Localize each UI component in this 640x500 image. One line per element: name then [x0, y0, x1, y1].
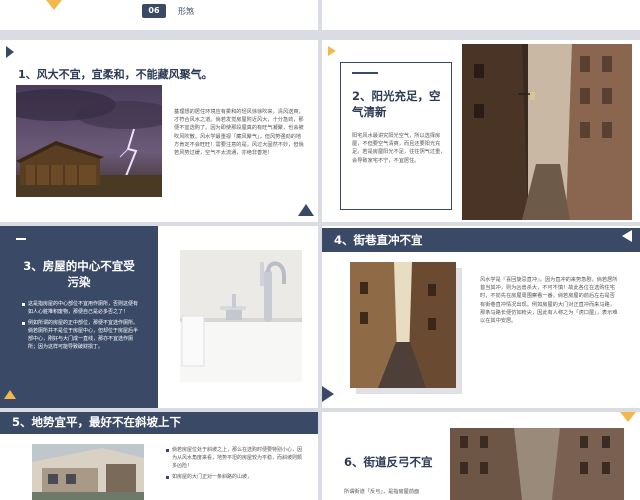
gold-triangle-decoration — [620, 412, 636, 422]
slide-thumb-top-left[interactable]: 06 形煞 — [0, 0, 318, 30]
title-frame-accent — [352, 72, 378, 74]
slide-1-body: 基理想的居住环境应有柔和的轻风徐徐吹来，清风送爽，才符合风水之道。倘若发觉房屋附… — [174, 109, 304, 157]
slide-2-title: 2、阳光充足，空气清新 — [352, 89, 441, 119]
faucet-photo — [180, 250, 302, 382]
navy-triangle-decoration — [622, 230, 632, 242]
panel-accent-line — [16, 238, 26, 240]
gold-triangle-decoration — [4, 390, 16, 399]
slide-thumb-1[interactable]: 1、风大不宜，宜柔和，不能藏风聚气。 基理想的居住环境应有柔和的轻风徐徐吹来，清… — [0, 40, 318, 222]
slide-2-body: 阳宅风水最讲究阳光空气，所以选择房屋，不但要空气清爽，而且还要阳光充足。若是房屋… — [352, 133, 446, 164]
slide-number-badge: 06 — [142, 4, 166, 18]
slide-6-body: 所谓街道「反弓」，是指房屋前面 — [344, 489, 420, 495]
slide-3-bullets: 这是指房屋的中心部位不宜用作厕所，否则这便有如人心脏堆积废物，那便自己是必多否之… — [22, 300, 140, 354]
slide-1-title: 1、风大不宜，宜柔和，不能藏风聚气。 — [18, 68, 213, 81]
slide-3-title: 3、房屋的中心不宜受污染 — [23, 259, 135, 289]
slide-thumb-5[interactable]: 5、地势宜平，最好不在斜坡上下 倘若房屋位处于斜坡之上，那么在选购时便要特别小心… — [0, 412, 318, 500]
slide-4-title: 4、街巷直冲不宜 — [334, 233, 423, 247]
lightning-barn-photo — [16, 85, 162, 197]
slide-thumb-2[interactable]: 2、阳光充足，空气清新 阳宅风水最讲究阳光空气，所以选择房屋，不但要空气清爽，而… — [322, 40, 640, 222]
slide-5-title: 5、地势宜平，最好不在斜坡上下 — [12, 415, 181, 429]
navy-triangle-decoration — [6, 46, 14, 58]
bullet-item: 例如所谓的房屋的正中部位，那便不宜选作厕所。倘若厕所并不是位于房屋中心，但却位于… — [22, 319, 140, 351]
alley-photo — [350, 262, 456, 388]
bullet-item: 倘若房屋位处于斜坡之上，那么在选购时便要特别小心，因为从风水角度来看，地势平坦的… — [166, 446, 306, 470]
navy-triangle-decoration — [322, 386, 334, 402]
slide-section-label: 形煞 — [178, 7, 194, 16]
slide-6-title: 6、街道反弓不宜 — [344, 455, 433, 469]
gold-triangle-decoration — [328, 46, 336, 56]
slide-thumb-top-right[interactable] — [322, 0, 640, 30]
slope-house-photo — [32, 444, 144, 500]
gold-triangle-decoration — [46, 0, 62, 10]
slide-thumb-3[interactable]: 3、房屋的中心不宜受污染 这是指房屋的中心部位不宜用作厕所，否则这便有如人心脏堆… — [0, 226, 318, 408]
slide-thumb-6[interactable]: 6、街道反弓不宜 所谓街道「反弓」，是指房屋前面 — [322, 412, 640, 500]
narrow-street-photo — [462, 44, 632, 220]
slide-thumb-4[interactable]: 4、街巷直冲不宜 风水学是『喜回旋忌直冲』，因为直冲的来势急剧，倘若居所首当其冲… — [322, 226, 640, 408]
bullet-item: 如房屋的大门正对一条斜路的山坡， — [166, 473, 306, 481]
slide-sorter: 06 形煞 1、风大不宜，宜柔和，不能藏风聚气。 基理想的居住环境应有柔和的轻风… — [0, 0, 640, 500]
slide-5-bullets: 倘若房屋位处于斜坡之上，那么在选购时便要特别小心，因为从风水角度来看，地势平坦的… — [166, 446, 306, 484]
bullet-item: 这是指房屋的中心部位不宜用作厕所，否则这便有如人心脏堆积废物，那便自己是必多否之… — [22, 300, 140, 316]
navy-triangle-decoration — [298, 204, 314, 216]
city-street-photo — [450, 428, 624, 500]
slide-4-body: 风水学是『喜回旋忌直冲』，因为直冲的来势急剧，倘若居所首当其冲，则为凶兽杀大，不… — [480, 277, 618, 325]
